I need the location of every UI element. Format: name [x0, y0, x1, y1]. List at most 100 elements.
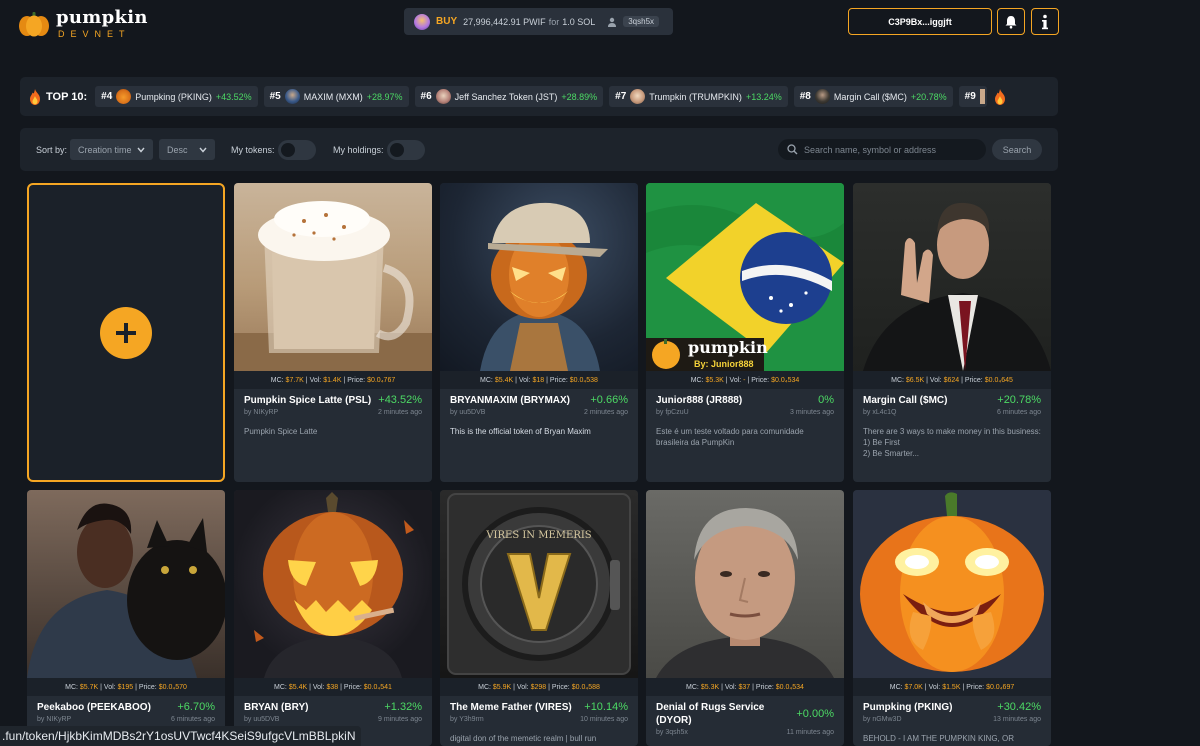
order-select[interactable]: Desc [159, 139, 215, 160]
token-creator[interactable]: by xL4c1Q [863, 409, 896, 416]
top10-item[interactable]: #6 Jeff Sanchez Token (JST) +28.89% [414, 86, 604, 107]
token-creator[interactable]: by uu5DVB [244, 716, 279, 723]
token-stats: MC: $6.5K | Vol: $624 | Price: $0.0₄645 [853, 371, 1051, 389]
trade-for-label: for [548, 16, 560, 27]
token-image [853, 183, 1051, 371]
wallet-button[interactable]: C3P9Bx...iggjft [848, 8, 992, 35]
token-creator[interactable]: by fpCzuU [656, 409, 689, 416]
token-name: Junior888 (JR888) [656, 395, 743, 406]
search-icon [787, 144, 798, 155]
recent-trade-ticker[interactable]: BUY 27,996,442.91 PWIF for 1.0 SOL 3qsh5… [404, 8, 673, 35]
logo-name: pumpkin [56, 7, 148, 28]
token-avatar [284, 89, 300, 104]
filter-bar: Sort by: Creation time Desc My tokens: M… [20, 128, 1058, 171]
token-image: VIRES IN MEMERIS [440, 490, 638, 678]
token-description: digital don of the memetic realm | bull … [450, 734, 597, 743]
token-stats: MC: $5.9K | Vol: $298 | Price: $0.0₄588 [440, 678, 638, 696]
token-description: BEHOLD - I AM THE PUMPKIN KING, OR [863, 734, 1014, 743]
pumpkin-logo-icon [19, 12, 49, 37]
token-image: pumpkin By: Junior888 [646, 183, 844, 371]
token-time: 3 minutes ago [790, 409, 834, 416]
token-change: +0.66% [590, 394, 628, 406]
token-name: Pumpking (PKING) [863, 702, 953, 713]
top10-item[interactable]: #7 Trumpkin (TRUMPKIN) +13.24% [609, 86, 788, 107]
top10-rank: #8 [799, 91, 811, 102]
chevron-down-icon [199, 147, 207, 153]
token-stats: MC: $7.7K | Vol: $1.4K | Price: $0.0₄767 [234, 371, 432, 389]
token-name: Denial of Rugs Service (DYOR) [656, 702, 765, 726]
top10-change: +28.97% [366, 91, 403, 102]
token-creator[interactable]: by nGMw3D [863, 716, 902, 723]
token-description: There are 3 ways to make money in this b… [863, 427, 1041, 458]
token-name: Margin Call ($MC) [863, 395, 948, 406]
search-input[interactable] [804, 144, 974, 155]
logo[interactable]: pumpkin DEVNET [18, 9, 148, 39]
token-name: BRYAN (BRY) [244, 702, 309, 713]
my-holdings-toggle[interactable] [387, 140, 425, 160]
top10-title: TOP 10: [28, 88, 87, 105]
token-change: 0% [818, 394, 834, 406]
token-card[interactable]: pumpkin By: Junior888 MC: $5.3K | Vol: -… [646, 183, 844, 482]
trader-avatar [414, 13, 430, 30]
token-image [440, 183, 638, 371]
trade-type: BUY [436, 16, 458, 27]
trader-address[interactable]: 3qsh5x [623, 16, 660, 27]
search-button[interactable]: Search [992, 139, 1042, 160]
token-name: The Meme Father (VIRES) [450, 702, 572, 713]
my-holdings-label: My holdings: [333, 145, 384, 155]
token-image [234, 183, 432, 371]
token-card[interactable]: MC: $5.4K | Vol: $18 | Price: $0.0₄538 B… [440, 183, 638, 482]
user-icon [608, 17, 617, 27]
token-card[interactable]: MC: $7.7K | Vol: $1.4K | Price: $0.0₄767… [234, 183, 432, 482]
top10-rank: #6 [420, 91, 432, 102]
token-change: +10.14% [584, 701, 628, 713]
create-token-card[interactable] [27, 183, 225, 482]
token-avatar [435, 89, 451, 104]
token-time: 10 minutes ago [580, 716, 628, 723]
my-tokens-toggle[interactable] [278, 140, 316, 160]
search-box [778, 139, 986, 160]
token-name: BRYANMAXIM (BRYMAX) [450, 395, 570, 406]
bell-icon [1005, 15, 1017, 28]
top10-change: +43.52% [215, 91, 252, 102]
top10-rank: #4 [101, 91, 113, 102]
notifications-button[interactable] [997, 8, 1025, 35]
token-creator[interactable]: by NIKyRP [37, 716, 71, 723]
top10-rank: #9 [964, 91, 976, 102]
top10-name: Pumpking (PKING) [135, 91, 212, 102]
token-time: 6 minutes ago [997, 409, 1041, 416]
sort-select[interactable]: Creation time [70, 139, 153, 160]
token-change: +0.00% [796, 707, 834, 720]
sort-label: Sort by: [36, 145, 68, 155]
info-button[interactable] [1031, 8, 1059, 35]
token-card[interactable]: MC: $5.3K | Vol: $37 | Price: $0.0₄534 D… [646, 490, 844, 746]
chevron-down-icon [137, 147, 145, 153]
token-stats: MC: $5.3K | Vol: - | Price: $0.0₄534 [646, 371, 844, 389]
token-card[interactable]: MC: $5.4K | Vol: $38 | Price: $0.0₄541 B… [234, 490, 432, 746]
token-card[interactable]: MC: $5.7K | Vol: $195 | Price: $0.0₄570 … [27, 490, 225, 746]
top10-name: Trumpkin (TRUMPKIN) [649, 91, 742, 102]
link-url-tooltip: .fun/token/HjkbKimMDBs2rY1osUVTwcf4KSeiS… [0, 726, 362, 746]
token-card[interactable]: MC: $6.5K | Vol: $624 | Price: $0.0₄645 … [853, 183, 1051, 482]
token-creator[interactable]: by Y3h9rm [450, 716, 484, 723]
top10-ticker: TOP 10: #4 Pumpking (PKING) +43.52% #5 M… [20, 77, 1058, 116]
token-image [853, 490, 1051, 678]
token-card[interactable]: VIRES IN MEMERIS MC: $5.9K | Vol: $298 |… [440, 490, 638, 746]
top10-change: +13.24% [745, 91, 782, 102]
token-creator[interactable]: by 3qsh5x [656, 729, 688, 736]
top10-item[interactable]: #5 MAXIM (MXM) +28.97% [263, 86, 409, 107]
network-label: DEVNET [58, 29, 131, 39]
top10-item[interactable]: #4 Pumpking (PKING) +43.52% [95, 86, 258, 107]
token-stats: MC: $7.0K | Vol: $1.5K | Price: $0.0₄697 [853, 678, 1051, 696]
token-name: Peekaboo (PEEKABOO) [37, 702, 151, 713]
plus-icon [100, 307, 152, 359]
token-time: 11 minutes ago [786, 729, 834, 736]
token-change: +1.32% [384, 701, 422, 713]
token-card[interactable]: MC: $7.0K | Vol: $1.5K | Price: $0.0₄697… [853, 490, 1051, 746]
token-creator[interactable]: by uu5DVB [450, 409, 485, 416]
top10-rank: #7 [615, 91, 627, 102]
top10-item[interactable]: #9 [958, 86, 987, 107]
top10-item[interactable]: #8 Margin Call ($MC) +20.78% [793, 86, 953, 107]
top10-name: MAXIM (MXM) [303, 91, 363, 102]
token-creator[interactable]: by NIKyRP [244, 409, 278, 416]
